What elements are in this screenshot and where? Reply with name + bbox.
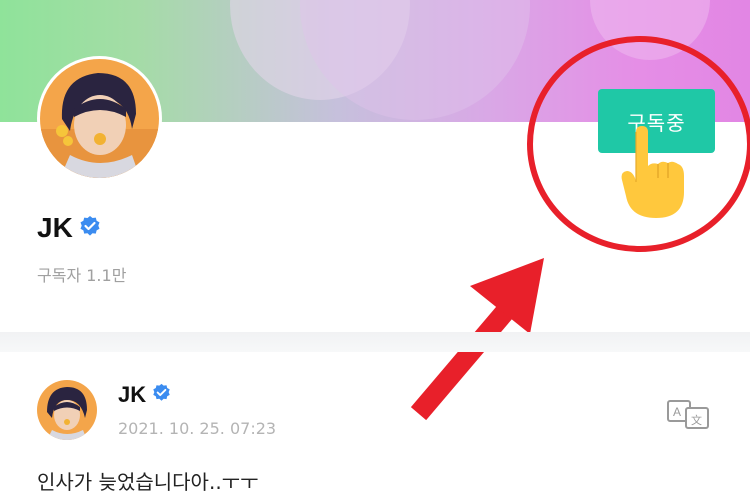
- profile-name-text: JK: [37, 212, 73, 243]
- translate-icon[interactable]: A 文: [666, 398, 710, 430]
- svg-text:A: A: [673, 405, 681, 419]
- highlight-circle: [527, 36, 750, 252]
- svg-text:文: 文: [691, 413, 702, 427]
- post-author-name: JK: [118, 382, 171, 408]
- verified-badge-icon: [152, 382, 171, 408]
- post-content: 인사가 늦었습니다아..ㅜㅜ: [37, 470, 259, 494]
- profile-name: JK: [37, 212, 101, 244]
- post-author-avatar[interactable]: [37, 380, 97, 440]
- post-author-name-text: JK: [118, 382, 147, 407]
- section-divider: [0, 332, 750, 352]
- subscriber-count: 구독자 1.1만: [37, 266, 127, 285]
- verified-badge-icon: [79, 212, 101, 244]
- post-timestamp: 2021. 10. 25. 07:23: [118, 419, 277, 438]
- profile-avatar[interactable]: [37, 56, 162, 181]
